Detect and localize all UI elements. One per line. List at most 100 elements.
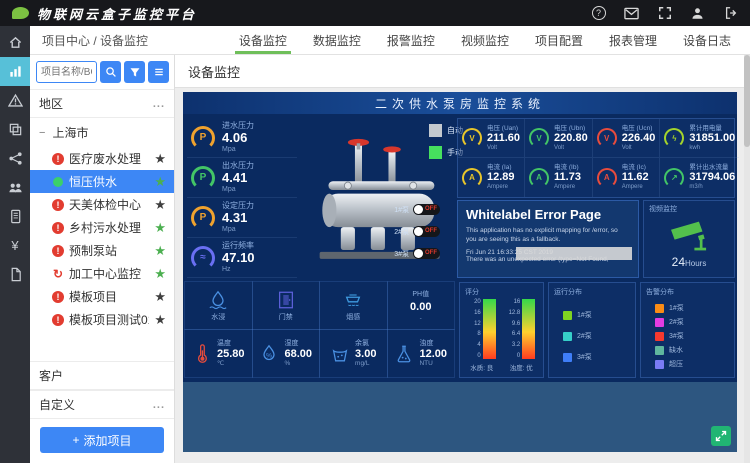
legend-swatch <box>563 353 572 362</box>
logout-icon[interactable] <box>723 6 738 21</box>
tab-report-manage[interactable]: 报表管理 <box>596 26 670 54</box>
gauge-icon: V <box>597 128 617 148</box>
mail-icon[interactable] <box>624 6 639 21</box>
breadcrumb: 项目中心 / 设备监控 <box>30 32 148 49</box>
tile-turbidity: 浊度12.00NTU <box>387 329 456 378</box>
cctv-camera-icon <box>666 218 712 254</box>
section-customer[interactable]: 客户 <box>30 361 174 390</box>
legend-swatch <box>563 332 572 341</box>
error-body: This application has no explicit mapping… <box>466 226 630 245</box>
gauge-voltage-uan: V 电压 (Uan)211.60Volt <box>458 119 524 158</box>
tab-project-config[interactable]: 项目配置 <box>522 26 596 54</box>
alarm-distribution-panel: 告警分布 1#泵 2#泵 3#泵 缺水 超压 <box>640 282 735 378</box>
nav-rail: ¥ <box>0 26 30 463</box>
tree-item-project[interactable]: ! 乡村污水处理 ★ <box>30 216 174 239</box>
alert-icon: ! <box>52 245 64 257</box>
wave-icon: ≈ <box>191 246 215 270</box>
app-logo-icon <box>12 7 29 19</box>
lightning-icon: ϟ <box>664 128 684 148</box>
alert-icon: ! <box>52 199 64 211</box>
users-icon[interactable] <box>0 173 30 202</box>
gauge-icon: P <box>191 206 215 230</box>
score-bar-water: 201612840 水质: 良 <box>468 299 496 372</box>
section-customer-label: 客户 <box>39 367 63 384</box>
region-more-icon[interactable]: ... <box>153 98 165 110</box>
dashboard-footer <box>183 382 737 452</box>
tile-door-access: 门禁 <box>252 281 321 330</box>
pump3-toggle[interactable]: OFF <box>413 248 440 259</box>
legend-swatch <box>655 332 664 341</box>
run-panel-title: 运行分布 <box>549 283 635 297</box>
expand-button[interactable] <box>711 426 731 446</box>
tab-device-log[interactable]: 设备日志 <box>670 26 744 54</box>
star-icon[interactable]: ★ <box>154 174 166 190</box>
alert-icon: ! <box>52 314 64 326</box>
tab-data-monitor[interactable]: 数据监控 <box>300 26 374 54</box>
projects-icon[interactable] <box>0 115 30 144</box>
video-monitor-panel[interactable]: 视频监控 24Hours <box>643 200 735 278</box>
collapse-icon[interactable]: − <box>39 127 45 139</box>
smoke-icon <box>343 290 363 310</box>
tree-item-project[interactable]: ! 模板项目测试01 ★ <box>30 308 174 331</box>
monitor-icon[interactable] <box>0 57 30 86</box>
alarm-icon[interactable] <box>0 86 30 115</box>
project-sidebar: 地区 ... − 上海市 ! 医疗废水处理 ★ 恒压供水 ★ ! 天美体检中心 … <box>30 55 175 463</box>
humidity-icon: % <box>259 344 279 364</box>
scrollbar-thumb[interactable] <box>744 55 750 147</box>
star-icon[interactable]: ★ <box>154 289 166 305</box>
section-region[interactable]: 地区 ... <box>30 89 174 118</box>
gradient-bar <box>522 299 535 359</box>
tile-water-leak: 水浸 <box>184 281 253 330</box>
project-tree: ! 医疗废水处理 ★ 恒压供水 ★ ! 天美体检中心 ★ ! 乡村污水处理 ★ … <box>30 147 174 331</box>
plus-icon: + <box>72 433 79 447</box>
gauge-current-ib: A 电流 (Ib)11.73Ampere <box>524 158 592 197</box>
star-icon[interactable]: ★ <box>154 312 166 328</box>
tree-item-project-selected[interactable]: 恒压供水 ★ <box>30 170 174 193</box>
star-icon[interactable]: ★ <box>154 266 166 282</box>
star-icon[interactable]: ★ <box>154 243 166 259</box>
tab-device-monitor[interactable]: 设备监控 <box>226 26 300 54</box>
gauge-total-energy: ϟ 累计用电量31851.00kwh <box>659 119 739 158</box>
tree-node-city[interactable]: − 上海市 <box>30 118 174 147</box>
gauge-current-ic: A 电流 (Ic)11.62Ampere <box>592 158 660 197</box>
tab-video-monitor[interactable]: 视频监控 <box>448 26 522 54</box>
section-custom[interactable]: 自定义 ... <box>30 390 174 419</box>
tree-item-project[interactable]: ! 预制泵站 ★ <box>30 239 174 262</box>
search-button[interactable] <box>100 61 121 83</box>
search-input[interactable] <box>36 61 97 83</box>
topbar-icons: ? <box>591 6 738 21</box>
user-icon[interactable] <box>690 6 705 21</box>
star-icon[interactable]: ★ <box>154 220 166 236</box>
share-icon[interactable] <box>0 144 30 173</box>
tree-item-project[interactable]: ! 模板项目 ★ <box>30 285 174 308</box>
device-icon[interactable] <box>0 202 30 231</box>
pump2-toggle[interactable]: OFF <box>413 226 440 237</box>
sensor-tiles: 水浸 门禁 烟感 PH值 0.00 - 温度25.80℃ % 湿度68.00% … <box>185 282 455 378</box>
report-icon[interactable] <box>0 260 30 289</box>
billing-icon[interactable]: ¥ <box>0 231 30 260</box>
auto-swatch <box>429 124 442 137</box>
alert-icon: ! <box>52 291 64 303</box>
menu-button[interactable] <box>148 61 169 83</box>
search-row <box>30 55 174 89</box>
star-icon[interactable]: ★ <box>154 151 166 167</box>
pump-toggles: 1#泵 OFF 2#泵 OFF 3#泵 OFF <box>389 204 440 270</box>
home-icon[interactable] <box>0 28 30 57</box>
tile-chlorine: 余氯3.00mg/L <box>319 329 388 378</box>
fullscreen-icon[interactable] <box>657 6 672 21</box>
pump1-toggle[interactable]: OFF <box>413 204 440 215</box>
error-title: Whitelabel Error Page <box>466 207 630 222</box>
gauge-icon: V <box>529 128 549 148</box>
alert-icon: ! <box>52 153 64 165</box>
custom-more-icon[interactable]: ... <box>153 399 165 411</box>
help-icon[interactable]: ? <box>591 6 606 21</box>
tree-item-project[interactable]: ! 医疗废水处理 ★ <box>30 147 174 170</box>
tree-item-project[interactable]: ↻ 加工中心监控 ★ <box>30 262 174 285</box>
gauge-icon: P <box>191 126 215 150</box>
gauge-icon: P <box>191 166 215 190</box>
tab-alarm-monitor[interactable]: 报警监控 <box>374 26 448 54</box>
filter-button[interactable] <box>124 61 145 83</box>
add-project-button[interactable]: + 添加项目 <box>40 427 164 453</box>
star-icon[interactable]: ★ <box>154 197 166 213</box>
tree-item-project[interactable]: ! 天美体检中心 ★ <box>30 193 174 216</box>
